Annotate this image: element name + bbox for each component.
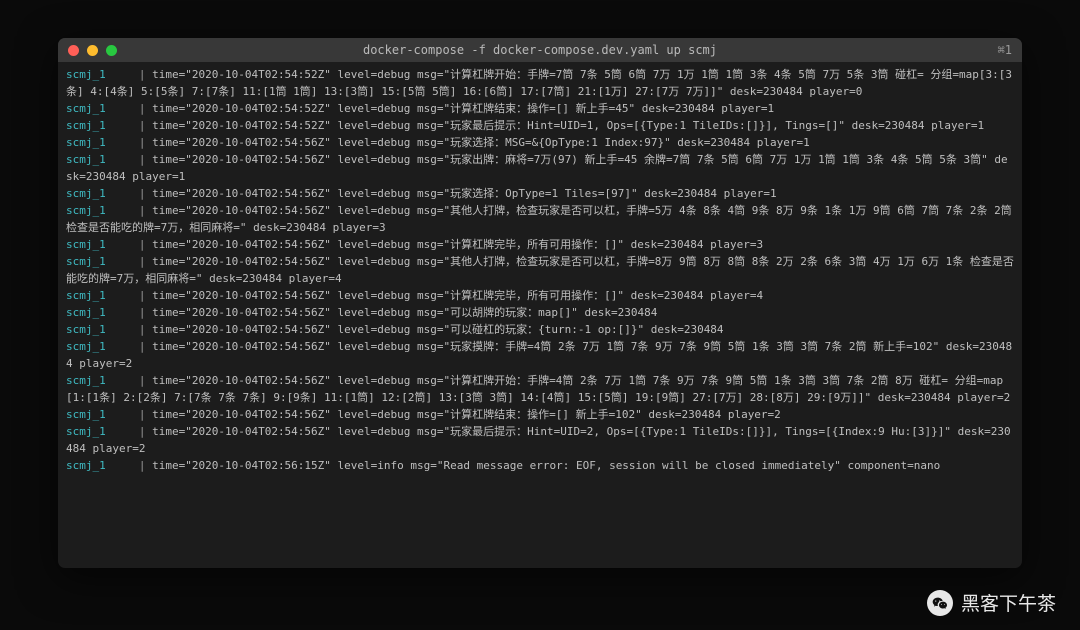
log-separator: | [106,187,152,200]
log-prefix: scmj_1 [66,238,106,251]
log-message: time="2020-10-04T02:54:56Z" level=debug … [152,408,781,421]
log-message: time="2020-10-04T02:54:56Z" level=debug … [152,306,657,319]
window-shortcut: ⌘1 [998,43,1012,57]
log-message: time="2020-10-04T02:54:52Z" level=debug … [152,119,984,132]
log-prefix: scmj_1 [66,289,106,302]
log-separator: | [106,425,152,438]
log-message: time="2020-10-04T02:54:56Z" level=debug … [152,136,810,149]
log-separator: | [106,136,152,149]
log-message: time="2020-10-04T02:54:56Z" level=debug … [66,340,1012,370]
log-separator: | [106,306,152,319]
titlebar: docker-compose -f docker-compose.dev.yam… [58,38,1022,62]
log-prefix: scmj_1 [66,68,106,81]
log-line: scmj_1 | time="2020-10-04T02:54:56Z" lev… [66,406,1014,423]
log-separator: | [106,323,152,336]
log-message: time="2020-10-04T02:54:56Z" level=debug … [66,374,1010,404]
close-icon[interactable] [68,45,79,56]
log-line: scmj_1 | time="2020-10-04T02:54:52Z" lev… [66,100,1014,117]
log-line: scmj_1 | time="2020-10-04T02:54:52Z" lev… [66,117,1014,134]
log-prefix: scmj_1 [66,374,106,387]
log-prefix: scmj_1 [66,136,106,149]
log-prefix: scmj_1 [66,187,106,200]
log-line: scmj_1 | time="2020-10-04T02:54:56Z" lev… [66,151,1014,185]
log-separator: | [106,119,152,132]
window-title: docker-compose -f docker-compose.dev.yam… [58,43,1022,57]
minimize-icon[interactable] [87,45,98,56]
log-line: scmj_1 | time="2020-10-04T02:54:56Z" lev… [66,236,1014,253]
log-line: scmj_1 | time="2020-10-04T02:54:52Z" lev… [66,66,1014,100]
log-line: scmj_1 | time="2020-10-04T02:56:15Z" lev… [66,457,1014,474]
log-separator: | [106,255,152,268]
log-line: scmj_1 | time="2020-10-04T02:54:56Z" lev… [66,423,1014,457]
log-prefix: scmj_1 [66,323,106,336]
log-separator: | [106,204,152,217]
log-separator: | [106,68,152,81]
log-message: time="2020-10-04T02:54:52Z" level=debug … [152,102,774,115]
log-separator: | [106,289,152,302]
log-prefix: scmj_1 [66,153,106,166]
zoom-icon[interactable] [106,45,117,56]
log-separator: | [106,459,152,472]
log-message: time="2020-10-04T02:54:56Z" level=debug … [152,238,763,251]
log-separator: | [106,340,152,353]
log-separator: | [106,153,152,166]
log-prefix: scmj_1 [66,459,106,472]
log-separator: | [106,238,152,251]
log-separator: | [106,102,152,115]
log-line: scmj_1 | time="2020-10-04T02:54:56Z" lev… [66,321,1014,338]
log-prefix: scmj_1 [66,425,106,438]
log-line: scmj_1 | time="2020-10-04T02:54:56Z" lev… [66,338,1014,372]
log-line: scmj_1 | time="2020-10-04T02:54:56Z" lev… [66,253,1014,287]
log-prefix: scmj_1 [66,306,106,319]
log-separator: | [106,408,152,421]
log-separator: | [106,374,152,387]
traffic-lights [58,45,117,56]
log-prefix: scmj_1 [66,102,106,115]
log-prefix: scmj_1 [66,408,106,421]
wechat-icon [927,590,953,616]
log-prefix: scmj_1 [66,255,106,268]
log-line: scmj_1 | time="2020-10-04T02:54:56Z" lev… [66,134,1014,151]
watermark-text: 黑客下午茶 [961,589,1056,616]
log-message: time="2020-10-04T02:56:15Z" level=info m… [152,459,940,472]
log-message: time="2020-10-04T02:54:52Z" level=debug … [66,68,1012,98]
log-message: time="2020-10-04T02:54:56Z" level=debug … [152,187,777,200]
log-line: scmj_1 | time="2020-10-04T02:54:56Z" lev… [66,185,1014,202]
log-message: time="2020-10-04T02:54:56Z" level=debug … [66,153,1008,183]
log-message: time="2020-10-04T02:54:56Z" level=debug … [66,204,1018,234]
terminal-output[interactable]: scmj_1 | time="2020-10-04T02:54:52Z" lev… [58,62,1022,568]
log-line: scmj_1 | time="2020-10-04T02:54:56Z" lev… [66,287,1014,304]
log-line: scmj_1 | time="2020-10-04T02:54:56Z" lev… [66,202,1014,236]
log-prefix: scmj_1 [66,340,106,353]
terminal-window: docker-compose -f docker-compose.dev.yam… [58,38,1022,568]
log-line: scmj_1 | time="2020-10-04T02:54:56Z" lev… [66,372,1014,406]
log-prefix: scmj_1 [66,204,106,217]
watermark: 黑客下午茶 [927,589,1056,616]
log-line: scmj_1 | time="2020-10-04T02:54:56Z" lev… [66,304,1014,321]
log-prefix: scmj_1 [66,119,106,132]
log-message: time="2020-10-04T02:54:56Z" level=debug … [66,425,1011,455]
log-message: time="2020-10-04T02:54:56Z" level=debug … [66,255,1014,285]
log-message: time="2020-10-04T02:54:56Z" level=debug … [152,323,723,336]
log-message: time="2020-10-04T02:54:56Z" level=debug … [152,289,763,302]
